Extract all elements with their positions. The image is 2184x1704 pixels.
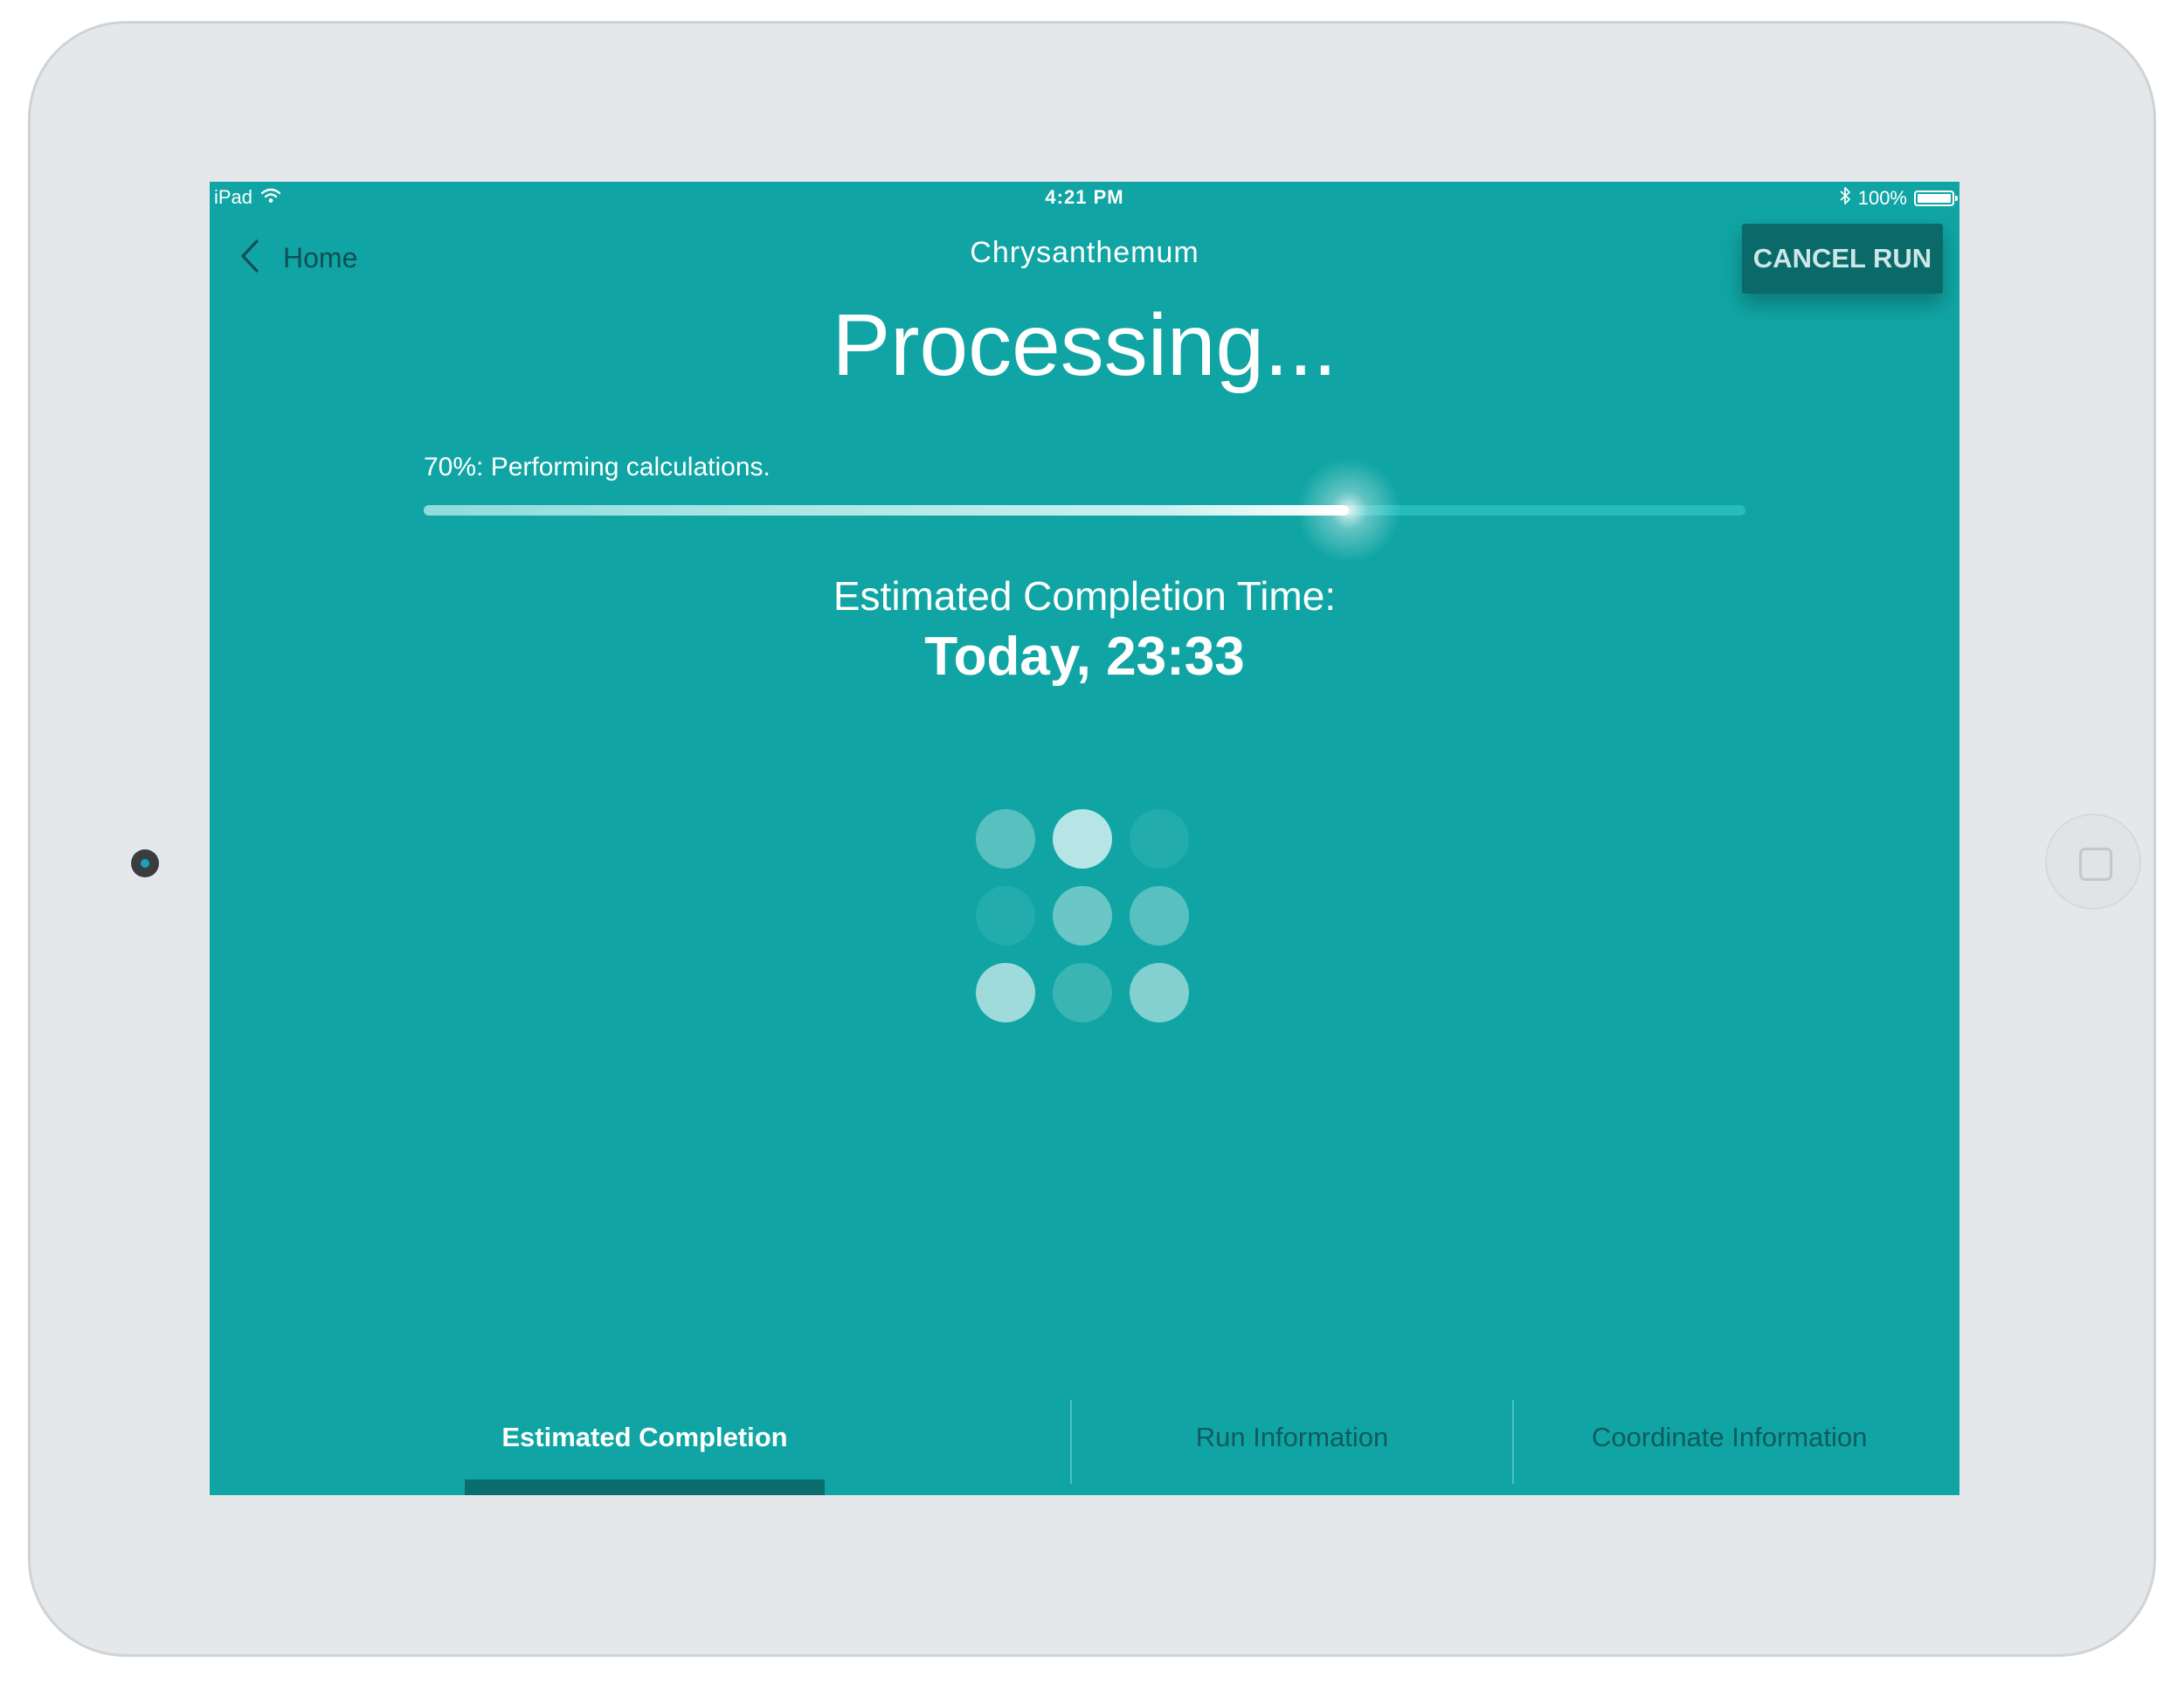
battery-percent: 100% (1857, 187, 1907, 209)
battery-fill (1918, 194, 1951, 203)
loading-dot (1130, 963, 1189, 1022)
tab-bar: Estimated Completion Run Information Coo… (465, 1391, 1867, 1495)
loading-dot (976, 809, 1035, 869)
tab-label: Estimated Completion (501, 1422, 788, 1452)
page-title: Processing... (832, 296, 1337, 394)
progress-glow (1296, 458, 1402, 563)
nav-title: Chrysanthemum (970, 236, 1199, 269)
home-hardware-button[interactable] (2045, 814, 2141, 910)
active-tab-indicator (465, 1479, 825, 1495)
tab-run-information[interactable]: Run Information (1072, 1391, 1512, 1495)
completion-time-value: Today, 23:33 (924, 627, 1245, 687)
status-bar: iPad 4:21 PM 100% (210, 182, 1959, 210)
cancel-run-button[interactable]: CANCEL RUN (1742, 224, 1943, 294)
battery-icon (1914, 190, 1958, 206)
camera-icon (131, 849, 159, 877)
loading-dot (1130, 886, 1189, 946)
bluetooth-icon (1839, 186, 1851, 211)
progress-bar (424, 458, 1745, 563)
loading-dot (1053, 886, 1112, 946)
status-bar-right: 100% (1830, 186, 1958, 211)
tab-coordinate-information[interactable]: Coordinate Information (1514, 1391, 1870, 1495)
loading-dot (1053, 963, 1112, 1022)
tab-estimated-completion[interactable]: Estimated Completion (465, 1391, 825, 1495)
status-time: 4:21 PM (1045, 186, 1124, 208)
loading-dot (976, 963, 1035, 1022)
progress-bar-fill (424, 458, 1402, 563)
loading-dot (976, 886, 1035, 946)
tab-label: Coordinate Information (1592, 1422, 1868, 1452)
progress-status-text: 70%: Performing calculations. (424, 453, 771, 481)
loading-dot (1053, 809, 1112, 869)
completion-time-label: Estimated Completion Time: (833, 573, 1337, 619)
app-screen: iPad 4:21 PM 100% Home Chrysanthemum CAN… (210, 182, 1959, 1495)
tab-label: Run Information (1195, 1422, 1389, 1452)
home-square-icon (2079, 848, 2112, 881)
loading-dots-indicator (976, 809, 1196, 1029)
loading-dot (1130, 809, 1189, 869)
